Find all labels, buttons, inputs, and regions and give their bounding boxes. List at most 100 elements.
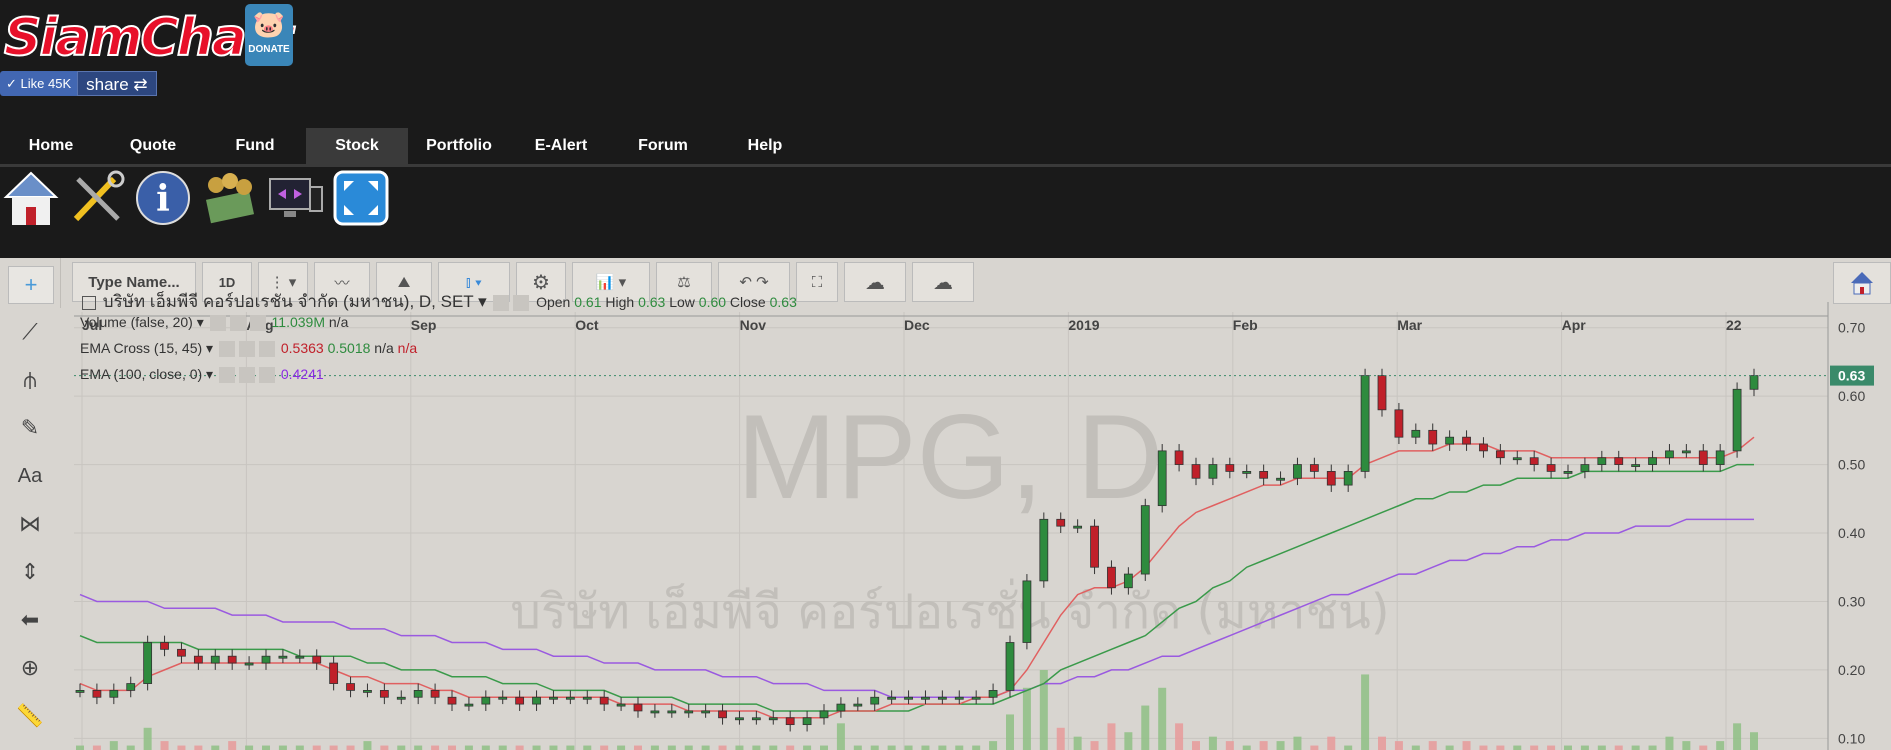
- candle-body: [1495, 450, 1505, 459]
- ema100-legend[interactable]: EMA (100, close, 0) ▾ 0.4241: [80, 366, 324, 384]
- volume-bar: [650, 745, 659, 750]
- candle-body: [921, 696, 930, 700]
- close-icon[interactable]: [249, 315, 266, 332]
- volume-bar: [1614, 745, 1623, 750]
- volume-bar: [1513, 745, 1522, 750]
- nav-tab-quote[interactable]: Quote: [102, 128, 204, 164]
- like-count: 45K: [48, 76, 72, 91]
- candle-body: [616, 703, 626, 707]
- volume-bar: [803, 745, 812, 750]
- candle-body: [1614, 457, 1624, 465]
- piggy-bank-icon: 🐷: [252, 9, 286, 39]
- nav-tab-home[interactable]: Home: [0, 128, 102, 164]
- facebook-widget: ✓ Like 45K share ⇄: [0, 71, 157, 96]
- candle-body: [515, 696, 525, 705]
- share-icon: ⇄: [133, 75, 148, 94]
- cloud-upload-icon[interactable]: ☁: [912, 262, 974, 302]
- candle-body: [1326, 471, 1336, 486]
- facebook-like-button[interactable]: ✓ Like 45K: [0, 71, 78, 96]
- volume-bar: [769, 745, 778, 750]
- settings-icon[interactable]: [513, 294, 530, 311]
- eye-icon[interactable]: [218, 367, 235, 384]
- nav-tab-forum[interactable]: Forum: [612, 128, 714, 164]
- info-icon[interactable]: i: [132, 167, 194, 229]
- volume-bar: [1107, 723, 1116, 750]
- eye-icon[interactable]: [218, 341, 235, 358]
- volume-bar: [160, 741, 169, 750]
- candle-body: [802, 717, 812, 726]
- candle-body: [1343, 471, 1353, 486]
- volume-bar: [1361, 674, 1370, 750]
- volume-bar: [1597, 745, 1606, 750]
- eye-icon[interactable]: [209, 315, 226, 332]
- candle-body: [1140, 505, 1150, 575]
- tools-icon[interactable]: [66, 167, 128, 229]
- chart-home-icon: [1851, 272, 1873, 295]
- volume-bar: [1428, 741, 1437, 750]
- ema-cross-legend[interactable]: EMA Cross (15, 45) ▾ 0.5363 0.5018 n/a n…: [80, 340, 417, 358]
- volume-bar: [329, 745, 338, 750]
- candle-body: [244, 662, 254, 666]
- price-chart[interactable]: 0.700.600.500.400.300.200.10JulAugSepOct…: [0, 258, 1891, 750]
- settings-icon[interactable]: [238, 341, 255, 358]
- candle-body: [718, 710, 727, 719]
- candle-body: [549, 696, 558, 700]
- expand-icon[interactable]: ⛶: [796, 262, 838, 302]
- candle-body: [329, 662, 339, 684]
- share-button[interactable]: share ⇄: [77, 71, 157, 96]
- candle-body: [1293, 464, 1302, 479]
- volume-bar: [718, 745, 727, 750]
- nav-tab-stock[interactable]: Stock: [306, 128, 408, 164]
- candle-body: [109, 690, 119, 698]
- candle-body: [261, 655, 271, 664]
- chart-home-button[interactable]: [1833, 262, 1891, 304]
- nav-tab-ealert[interactable]: E-Alert: [510, 128, 612, 164]
- nav-tab-fund[interactable]: Fund: [204, 128, 306, 164]
- candle-body: [768, 717, 778, 721]
- symbol-title: บริษัท เอ็มพีจี คอร์ปอเรชัน จำกัด (มหาชน…: [102, 292, 474, 311]
- settings-icon[interactable]: [238, 367, 255, 384]
- home-icon[interactable]: [0, 167, 62, 229]
- y-tick-label: 0.30: [1838, 593, 1865, 609]
- symbol-legend[interactable]: บริษัท เอ็มพีจี คอร์ปอเรชัน จำกัด (มหาชน…: [80, 288, 797, 315]
- svg-text:i: i: [156, 178, 170, 220]
- cloud-download-icon[interactable]: ☁: [844, 262, 906, 302]
- quick-icons: i: [0, 167, 396, 230]
- close-icon[interactable]: [258, 341, 275, 358]
- volume-bar: [735, 745, 744, 750]
- eye-icon[interactable]: [493, 294, 510, 311]
- indicator-value: n/a: [328, 314, 349, 330]
- nav-tab-portfolio[interactable]: Portfolio: [408, 128, 510, 164]
- collapse-icon[interactable]: [82, 295, 96, 310]
- money-icon[interactable]: [198, 167, 260, 229]
- candle-body: [1005, 642, 1015, 691]
- y-tick-label: 0.20: [1838, 662, 1865, 678]
- close-icon[interactable]: [258, 367, 275, 384]
- main-nav: Home Quote Fund Stock Portfolio E-Alert Forum H…: [0, 128, 816, 164]
- candle-body: [1580, 464, 1590, 472]
- candle-body: [1411, 429, 1421, 438]
- fullscreen-icon[interactable]: [330, 167, 392, 229]
- candle-body: [1276, 477, 1285, 481]
- candle-body: [1123, 573, 1133, 589]
- volume-bar: [143, 727, 152, 750]
- nav-tab-help[interactable]: Help: [714, 128, 816, 164]
- x-tick-label: Feb: [1233, 317, 1258, 333]
- candle-body: [1428, 429, 1438, 445]
- volume-bar: [566, 745, 575, 750]
- volume-legend[interactable]: Volume (false, 20) ▾ 11.039M n/a: [80, 314, 349, 332]
- candle-body: [1056, 518, 1066, 527]
- candle-body: [1462, 436, 1471, 445]
- volume-bar: [126, 745, 135, 750]
- settings-icon[interactable]: [229, 315, 246, 332]
- indicator-name: Volume (false, 20): [80, 314, 193, 330]
- candle-body: [1208, 464, 1218, 479]
- candle-body: [633, 703, 643, 712]
- volume-bar: [1445, 745, 1454, 750]
- donate-button[interactable]: 🐷 DONATE: [245, 4, 293, 66]
- low-label: Low: [669, 294, 695, 310]
- volume-bar: [1175, 723, 1184, 750]
- siamchart-logo[interactable]: SiamChart: [3, 6, 294, 67]
- y-tick-label: 0.10: [1838, 730, 1865, 746]
- devices-icon[interactable]: [264, 167, 326, 229]
